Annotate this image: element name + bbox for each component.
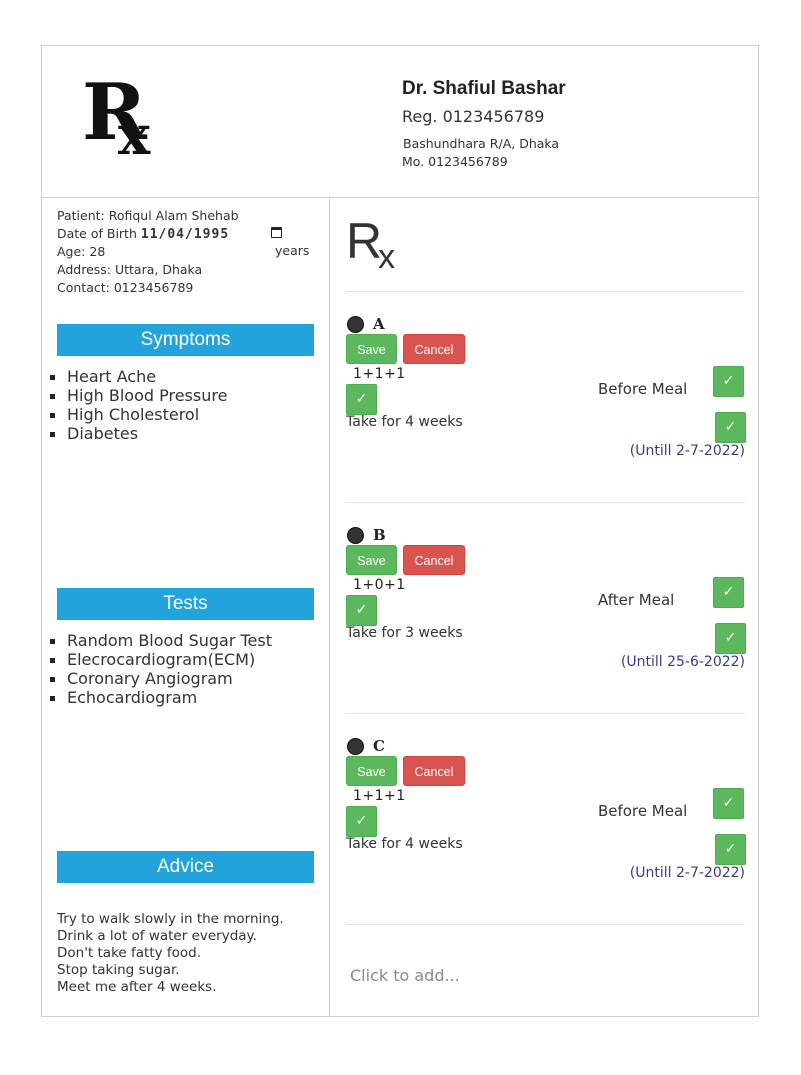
dose-schedule[interactable]: 1+0+1 — [353, 577, 406, 593]
list-item[interactable]: Echocardiogram — [50, 688, 272, 707]
dose-schedule[interactable]: 1+1+1 — [353, 788, 406, 804]
doctor-reg: Reg. 0123456789 — [402, 107, 545, 126]
duration-text[interactable]: Take for 3 weeks — [346, 625, 463, 641]
check-icon[interactable]: ✓ — [713, 366, 744, 397]
meal-timing[interactable]: Before Meal — [598, 802, 687, 820]
meal-timing[interactable]: After Meal — [598, 591, 674, 609]
symptoms-list[interactable]: Heart Ache High Blood Pressure High Chol… — [49, 367, 227, 443]
meal-timing[interactable]: Before Meal — [598, 380, 687, 398]
save-button[interactable]: Save — [346, 334, 397, 364]
medicine-name[interactable]: A — [373, 315, 385, 333]
rx-logo-x: x — [118, 103, 151, 167]
check-icon[interactable]: ✓ — [713, 788, 744, 819]
until-date: (Untill 2-7-2022) — [629, 443, 745, 459]
medicine-bullet-icon — [347, 738, 364, 755]
list-item[interactable]: Heart Ache — [49, 367, 227, 386]
list-item[interactable]: High Cholesterol — [49, 405, 227, 424]
dob-input[interactable]: 11/04/1995 — [141, 227, 229, 242]
save-button[interactable]: Save — [346, 545, 397, 575]
duration-text[interactable]: Take for 4 weeks — [346, 414, 463, 430]
tests-header: Tests — [57, 588, 314, 620]
advice-text[interactable]: Try to walk slowly in the morning. Drink… — [57, 911, 284, 996]
list-item[interactable]: Diabetes — [49, 424, 227, 443]
patient-age[interactable]: Age: 28 — [57, 244, 105, 259]
dob-label: Date of Birth — [57, 226, 137, 241]
medicine-name[interactable]: B — [373, 526, 386, 544]
check-icon[interactable]: ✓ — [346, 806, 377, 837]
divider — [346, 502, 745, 503]
cancel-button[interactable]: Cancel — [403, 756, 465, 786]
list-item[interactable]: High Blood Pressure — [49, 386, 227, 405]
advice-line: Stop taking sugar. — [57, 962, 180, 978]
check-icon[interactable]: ✓ — [346, 384, 377, 415]
rx-heading-x: x — [378, 238, 396, 276]
medicine-item-a: A Save Cancel 1+1+1 ✓ Take for 4 weeks B… — [346, 314, 746, 464]
medicine-name[interactable]: C — [373, 737, 385, 755]
medicine-item-b: B Save Cancel 1+0+1 ✓ Take for 3 weeks A… — [346, 525, 746, 675]
rx-heading-r: R — [346, 213, 383, 269]
divider — [346, 713, 745, 714]
advice-line: Try to walk slowly in the morning. — [57, 911, 284, 927]
check-icon[interactable]: ✓ — [715, 623, 746, 654]
medicine-bullet-icon — [347, 316, 364, 333]
check-icon[interactable]: ✓ — [346, 595, 377, 626]
tests-list[interactable]: Random Blood Sugar Test Elecrocardiogram… — [50, 631, 272, 707]
doctor-address: Bashundhara R/A, Dhaka — [403, 136, 560, 151]
list-item[interactable]: Coronary Angiogram — [50, 669, 272, 688]
save-button[interactable]: Save — [346, 756, 397, 786]
advice-header: Advice — [57, 851, 314, 883]
rx-logo: R x — [82, 74, 162, 164]
until-date: (Untill 2-7-2022) — [629, 865, 745, 881]
doctor-name: Dr. Shafiul Bashar — [402, 78, 566, 99]
rx-heading: Rx — [346, 213, 399, 276]
advice-line: Drink a lot of water everyday. — [57, 928, 257, 944]
add-medicine-placeholder[interactable]: Click to add... — [350, 966, 460, 985]
duration-text[interactable]: Take for 4 weeks — [346, 836, 463, 852]
patient-dob: Date of Birth 11/04/1995 — [57, 226, 229, 242]
cancel-button[interactable]: Cancel — [403, 545, 465, 575]
check-icon[interactable]: ✓ — [713, 577, 744, 608]
left-panel: Patient: Rofiqul Alam Shehab Date of Bir… — [42, 198, 330, 1016]
patient-address[interactable]: Address: Uttara, Dhaka — [57, 262, 202, 277]
prescription-sheet: R x Dr. Shafiul Bashar Reg. 0123456789 B… — [41, 45, 759, 1017]
doctor-mobile: Mo. 0123456789 — [402, 154, 508, 169]
age-unit: years — [275, 243, 310, 258]
divider — [346, 924, 745, 925]
prescription-header: R x Dr. Shafiul Bashar Reg. 0123456789 B… — [42, 46, 758, 198]
right-panel: Rx A Save Cancel 1+1+1 ✓ Take for 4 week… — [330, 198, 758, 1016]
check-icon[interactable]: ✓ — [715, 834, 746, 865]
until-date: (Untill 25-6-2022) — [620, 654, 745, 670]
medicine-bullet-icon — [347, 527, 364, 544]
divider — [346, 291, 745, 292]
check-icon[interactable]: ✓ — [715, 412, 746, 443]
symptoms-header: Symptoms — [57, 324, 314, 356]
advice-line: Don't take fatty food. — [57, 945, 202, 961]
calendar-icon[interactable] — [271, 227, 282, 238]
list-item[interactable]: Random Blood Sugar Test — [50, 631, 272, 650]
advice-line: Meet me after 4 weeks. — [57, 979, 217, 995]
patient-contact[interactable]: Contact: 0123456789 — [57, 280, 193, 295]
list-item[interactable]: Elecrocardiogram(ECM) — [50, 650, 272, 669]
medicine-item-c: C Save Cancel 1+1+1 ✓ Take for 4 weeks B… — [346, 736, 746, 886]
patient-name[interactable]: Patient: Rofiqul Alam Shehab — [57, 208, 239, 223]
dose-schedule[interactable]: 1+1+1 — [353, 366, 406, 382]
cancel-button[interactable]: Cancel — [403, 334, 465, 364]
